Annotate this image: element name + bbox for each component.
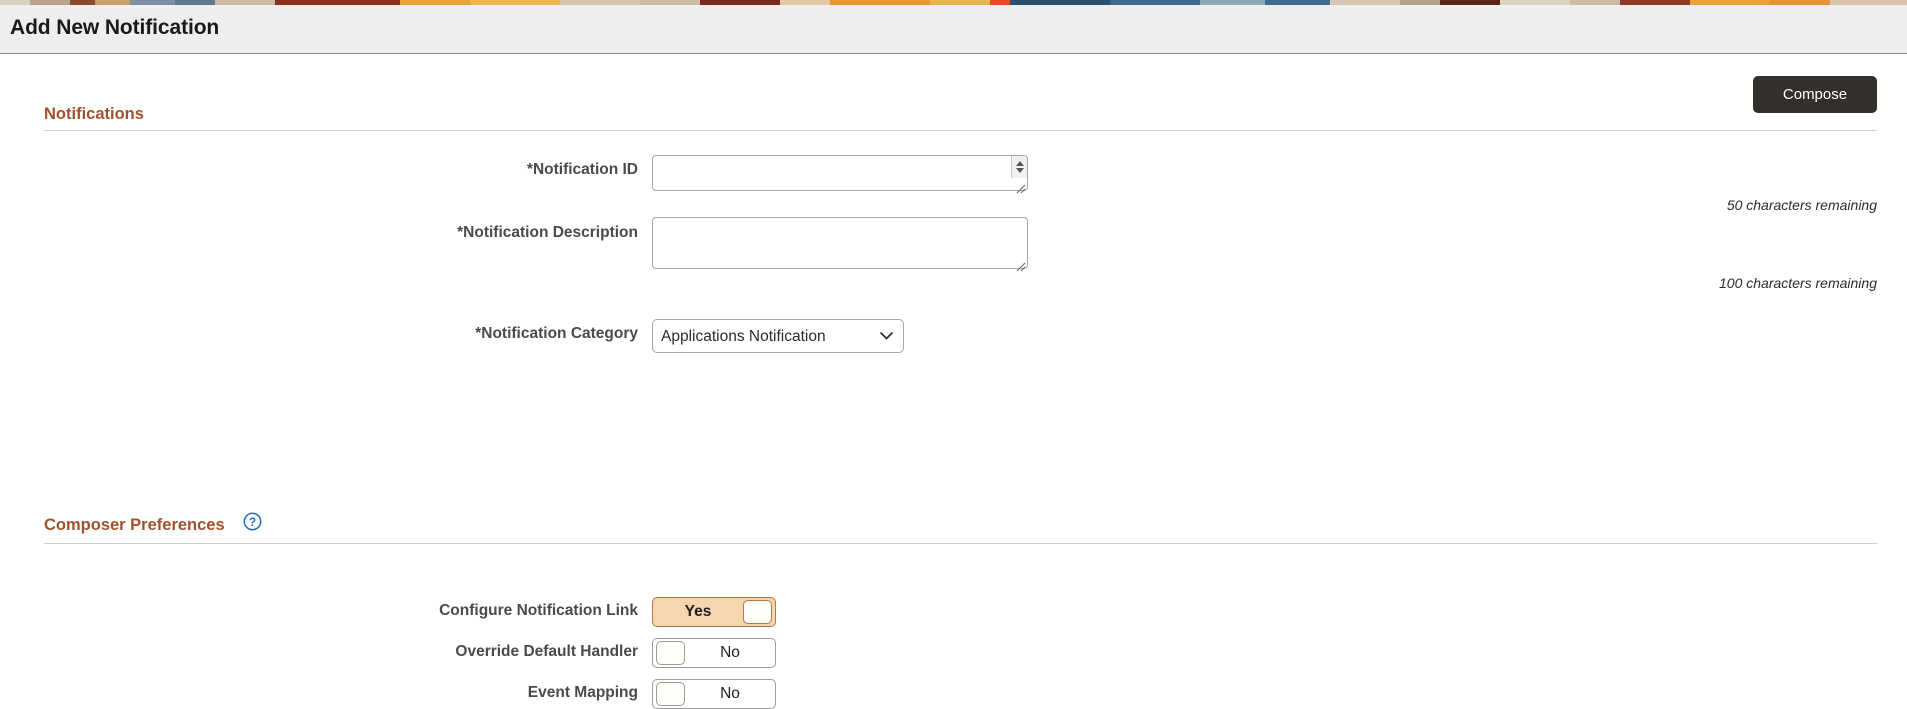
notification-category-wrap: Applications Notification xyxy=(652,319,904,353)
notification-category-label: *Notification Category xyxy=(475,325,638,342)
page-header-bar: Add New Notification xyxy=(0,8,1907,54)
page-title: Add New Notification xyxy=(10,16,220,39)
pref-label-event-mapping: Event Mapping xyxy=(527,684,638,701)
notification-description-field-wrap xyxy=(652,217,1028,274)
spinner-updown-icon[interactable] xyxy=(1011,156,1027,178)
toggle-event-mapping[interactable]: No xyxy=(652,679,776,709)
section-title-composer-preferences: Composer Preferences xyxy=(44,515,225,534)
toggle-state-label: No xyxy=(720,685,740,702)
toggle-knob[interactable] xyxy=(743,600,772,624)
notification-description-label: *Notification Description xyxy=(457,224,638,241)
notification-description-counter: 100 characters remaining xyxy=(1719,275,1877,291)
notification-id-counter: 50 characters remaining xyxy=(1726,197,1877,213)
pref-label-configure-notification-link: Configure Notification Link xyxy=(439,602,638,619)
notification-id-label: *Notification ID xyxy=(526,161,638,178)
notification-description-input[interactable] xyxy=(652,217,1028,269)
toggle-override-default-handler[interactable]: No xyxy=(652,638,776,668)
notification-id-field-wrap xyxy=(652,155,1028,196)
spinner-down-arrow-icon[interactable] xyxy=(1015,168,1024,173)
help-circle-icon[interactable]: ? xyxy=(243,512,262,536)
toggle-configure-notification-link[interactable]: Yes xyxy=(652,597,776,627)
spinner-up-arrow-icon[interactable] xyxy=(1015,161,1024,166)
section-composer-preferences-header: Composer Preferences ? xyxy=(44,512,1877,544)
toggle-state-label: Yes xyxy=(684,603,712,620)
section-divider xyxy=(44,130,1877,131)
main-content: Compose Notifications *Notification ID 5… xyxy=(0,55,1907,709)
toggle-knob[interactable] xyxy=(656,682,685,706)
section-divider xyxy=(44,543,1877,544)
svg-text:?: ? xyxy=(249,517,256,529)
pref-label-override-default-handler: Override Default Handler xyxy=(455,643,638,660)
toggle-state-label: No xyxy=(720,644,740,661)
section-notifications-header: Notifications xyxy=(44,105,1877,131)
section-title-notifications: Notifications xyxy=(44,105,144,123)
notification-category-select[interactable]: Applications Notification xyxy=(652,319,904,353)
notification-id-input[interactable] xyxy=(652,155,1028,191)
toggle-knob[interactable] xyxy=(656,641,685,665)
